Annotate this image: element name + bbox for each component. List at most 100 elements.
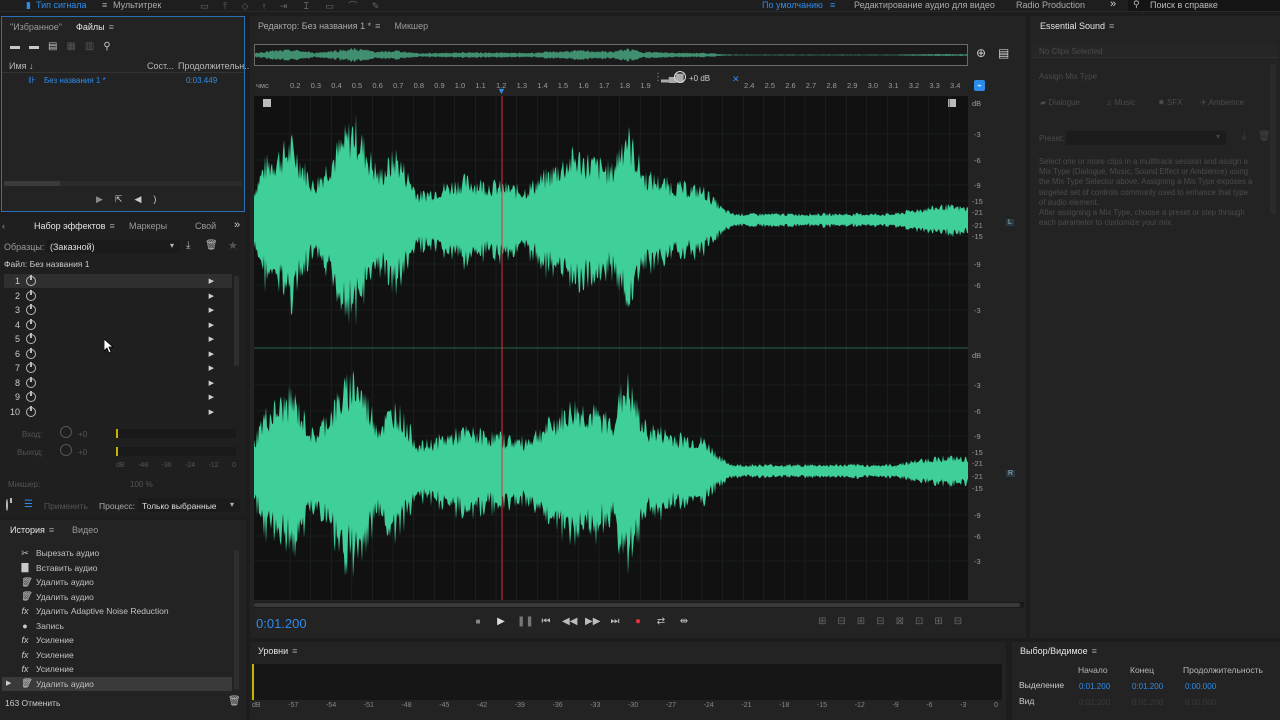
- es-scrollbar[interactable]: [1270, 64, 1276, 214]
- power-icon[interactable]: [26, 304, 36, 316]
- power-icon[interactable]: [26, 362, 36, 374]
- skip-start-icon[interactable]: ⏮: [539, 615, 553, 629]
- hud-volume[interactable]: ⋮ ▂▄▆ +0 dB: [653, 70, 739, 88]
- power-icon[interactable]: [26, 318, 36, 330]
- zoom-selection-icon[interactable]: ⊡: [915, 616, 934, 627]
- history-item[interactable]: ▇ Вставить аудио: [20, 561, 98, 576]
- slot-arrow-icon[interactable]: ▶: [209, 408, 214, 416]
- signal-type-tab[interactable]: Тип сигнала: [36, 0, 87, 10]
- skip-end-icon[interactable]: ⏭: [608, 615, 622, 629]
- history-item[interactable]: fx Усиление: [20, 648, 73, 663]
- find-icon[interactable]: ⚲: [103, 41, 119, 52]
- zoom-fit-icon[interactable]: ⊕: [976, 46, 986, 60]
- fast-forward-icon[interactable]: ▶▶: [585, 615, 600, 629]
- history-item[interactable]: 🗑 Удалить аудио: [20, 677, 94, 692]
- mix-type-music[interactable]: ♫ Music: [1106, 98, 1135, 107]
- pin-hud-icon[interactable]: ✕: [732, 74, 740, 85]
- effect-slot[interactable]: 10 ▶: [4, 405, 232, 420]
- input-knob-icon[interactable]: [60, 426, 72, 438]
- save-preset-icon[interactable]: ⤓: [1242, 131, 1246, 142]
- view-duration[interactable]: 0:00.000: [1185, 698, 1216, 707]
- tabs-scroll-left-icon[interactable]: ‹: [2, 221, 5, 231]
- channel-right-label[interactable]: R: [1006, 470, 1016, 477]
- tab-effects-rack[interactable]: Набор эффектов ≡: [34, 221, 115, 231]
- waveform-scroll-thumb[interactable]: [254, 603, 1020, 607]
- effect-slot[interactable]: 1 ▶: [4, 274, 232, 289]
- selection-duration[interactable]: 0:00.000: [1185, 682, 1216, 691]
- tab-favorites[interactable]: "Избранное": [10, 22, 62, 32]
- zoom-out-full-icon[interactable]: ⊠: [896, 616, 915, 627]
- tab-video[interactable]: Видео: [72, 525, 98, 535]
- tab-history[interactable]: История ≡: [10, 525, 54, 535]
- history-menu-icon[interactable]: ≡: [49, 525, 54, 535]
- col-duration[interactable]: Продолжительн...: [178, 61, 252, 71]
- slot-arrow-icon[interactable]: ▶: [209, 335, 214, 343]
- delete-preset-icon[interactable]: 🗑: [1258, 131, 1271, 142]
- power-icon[interactable]: [26, 333, 36, 345]
- slot-arrow-icon[interactable]: ▶: [209, 379, 214, 387]
- slots-scrollbar[interactable]: [234, 276, 239, 366]
- mix-type-dialogue[interactable]: ▰ Dialogue: [1040, 98, 1080, 107]
- favorite-star-icon[interactable]: ★: [228, 239, 238, 252]
- pause-icon[interactable]: ❚❚: [517, 615, 534, 629]
- presets-dropdown[interactable]: (Заказной) ▾: [46, 240, 180, 253]
- history-item[interactable]: 🗑 Удалить аудио: [20, 590, 94, 605]
- multitrack-tab[interactable]: Мультитрек: [113, 0, 161, 10]
- save-preset-icon[interactable]: ⤓: [186, 240, 190, 251]
- levels-menu-icon[interactable]: ≡: [292, 646, 297, 656]
- workspace-video[interactable]: Редактирование аудио для видео: [854, 0, 995, 10]
- tab-editor[interactable]: Редактор: Без названия 1 * ≡: [258, 21, 380, 31]
- power-icon[interactable]: [26, 347, 36, 359]
- col-status[interactable]: Сост...: [147, 61, 174, 71]
- workspace-default[interactable]: По умолчанию: [762, 0, 823, 10]
- overview-bar[interactable]: [254, 44, 968, 66]
- history-scrollbar[interactable]: [234, 550, 239, 690]
- mix-type-sfx[interactable]: ✸ SFX: [1158, 98, 1183, 107]
- waveform-scrollbar[interactable]: [254, 602, 1024, 608]
- tab-markers[interactable]: Маркеры: [129, 221, 167, 231]
- history-item[interactable]: fx Удалить Adaptive Noise Reduction: [20, 604, 168, 619]
- process-dropdown[interactable]: Только выбранные ▾: [138, 498, 240, 512]
- apply-button[interactable]: Применить: [44, 501, 88, 511]
- help-search[interactable]: ⚲ Поиск в справке: [1128, 0, 1280, 11]
- slot-arrow-icon[interactable]: ▶: [209, 292, 214, 300]
- channel-left-label[interactable]: L: [1006, 219, 1014, 226]
- workspace-default-menu-icon[interactable]: ≡: [830, 0, 835, 10]
- slot-arrow-icon[interactable]: ▶: [209, 350, 214, 358]
- effect-slot[interactable]: 7 ▶: [4, 361, 232, 376]
- tab-files[interactable]: Файлы ≡: [76, 22, 114, 32]
- zoom-in-time-icon[interactable]: ⊞: [857, 616, 876, 627]
- history-item[interactable]: fx Усиление: [20, 662, 73, 677]
- selection-title[interactable]: Выбор/Видимое ≡: [1020, 646, 1097, 656]
- power-icon[interactable]: [26, 405, 36, 417]
- files-scroll-thumb[interactable]: [4, 181, 60, 186]
- tab-custom[interactable]: Свой: [195, 221, 216, 231]
- levels-title[interactable]: Уровни ≡: [258, 646, 297, 656]
- search-input[interactable]: Поиск в справке: [1150, 0, 1218, 10]
- delete-preset-icon[interactable]: 🗑: [205, 240, 218, 251]
- open-folder-icon[interactable]: ▬: [10, 41, 29, 52]
- selection-start[interactable]: 0:01.200: [1079, 682, 1110, 691]
- slot-arrow-icon[interactable]: ▶: [209, 364, 214, 372]
- zoom-out-amplitude-icon[interactable]: ⊟: [837, 616, 856, 627]
- effects-menu-icon[interactable]: ≡: [109, 221, 114, 231]
- slot-arrow-icon[interactable]: ▶: [209, 393, 214, 401]
- history-item[interactable]: fx Усиление: [20, 633, 73, 648]
- slot-arrow-icon[interactable]: ▶: [209, 306, 214, 314]
- loop-icon[interactable]: ⇄: [654, 615, 668, 629]
- effect-slot[interactable]: 6 ▶: [4, 347, 232, 362]
- time-ruler[interactable]: чмс 0.2 0.3 0.4 0.5 0.6 0.7 0.8 0.9 1.0 1.1 1.2 1.3…: [254, 78, 968, 94]
- essential-sound-title[interactable]: Essential Sound ≡: [1040, 21, 1114, 31]
- output-knob-icon[interactable]: [60, 444, 72, 456]
- slot-arrow-icon[interactable]: ▶: [209, 321, 214, 329]
- new-file-icon[interactable]: ▤: [48, 41, 66, 52]
- selection-end[interactable]: 0:01.200: [1132, 682, 1163, 691]
- close-file-icon[interactable]: ▥: [85, 41, 103, 52]
- export-icon[interactable]: ⇱: [115, 194, 135, 204]
- playhead-marker-icon[interactable]: ▼: [497, 86, 506, 96]
- zoom-right-icon[interactable]: ⊟: [954, 616, 973, 627]
- power-icon[interactable]: [26, 289, 36, 301]
- history-item[interactable]: ✂ Вырезать аудио: [20, 546, 99, 561]
- workspace-radio[interactable]: Radio Production: [1016, 0, 1085, 10]
- clear-history-icon[interactable]: 🗑: [228, 696, 241, 707]
